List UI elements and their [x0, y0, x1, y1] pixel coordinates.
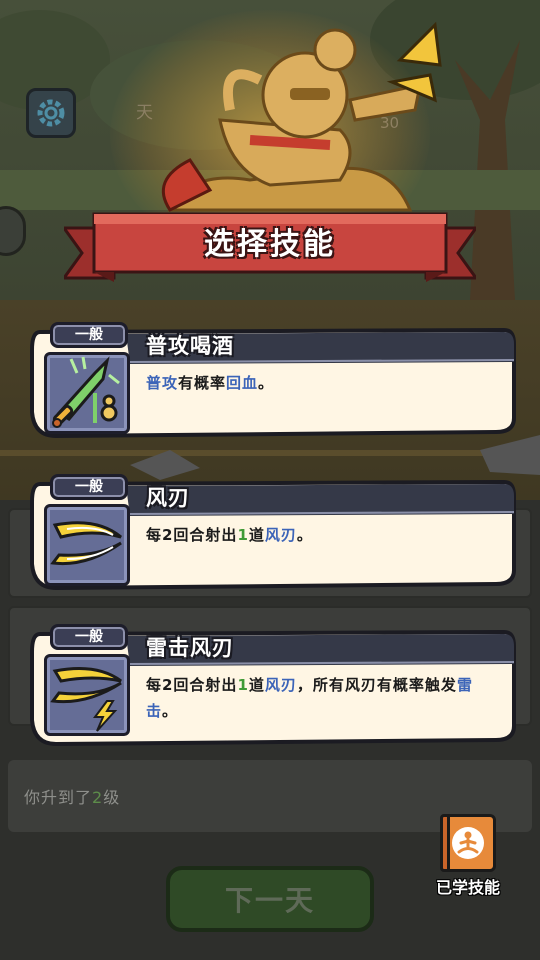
skill-name: 雷击风刃: [146, 636, 234, 660]
golden-hero-statue-icon: [161, 21, 442, 212]
learned-skills-button[interactable]: 已学技能: [428, 814, 508, 898]
skill-description: 普攻有概率回血。: [146, 374, 275, 392]
learned-skills-label: 已学技能: [435, 878, 500, 897]
skill-card-2[interactable]: 一般 风刃 每2回合射出1道风刃。: [26, 474, 518, 592]
skill-description: 每2回合射出1道风刃。: [146, 526, 313, 544]
log-message: 你升到了2级: [24, 788, 121, 807]
settings-button[interactable]: [26, 88, 76, 138]
gear-icon: [37, 99, 65, 127]
skill-card-3[interactable]: 一般 雷击风刃 每2回合射出1道风刃，所有风刃有概率触发雷击。: [26, 624, 518, 747]
rarity-badge: 一般: [50, 474, 128, 500]
thunder-wind-blade-icon: [50, 667, 122, 732]
dialog-title: 选择技能: [204, 227, 336, 262]
skill-icon-frame: [44, 504, 130, 586]
skill-description: 每2回合射出1道风刃，所有风刃有概率触发雷击。: [146, 676, 473, 720]
rarity-badge: 一般: [50, 322, 128, 348]
skill-name: 风刃: [146, 486, 190, 510]
skill-name: 普攻喝酒: [146, 334, 234, 358]
meditation-icon: [452, 827, 484, 859]
skill-card-1[interactable]: 一般 普攻喝酒 普攻有概率回血。: [26, 322, 518, 440]
wind-blade-icon: [50, 521, 122, 566]
jade-sword-gourd-icon: [52, 356, 120, 428]
next-day-button[interactable]: 下一天: [166, 866, 374, 932]
meditation-book-icon: [440, 814, 496, 872]
skill-icon-frame: [44, 654, 130, 736]
skill-icon-frame: [44, 352, 130, 434]
rarity-badge: 一般: [50, 624, 128, 650]
